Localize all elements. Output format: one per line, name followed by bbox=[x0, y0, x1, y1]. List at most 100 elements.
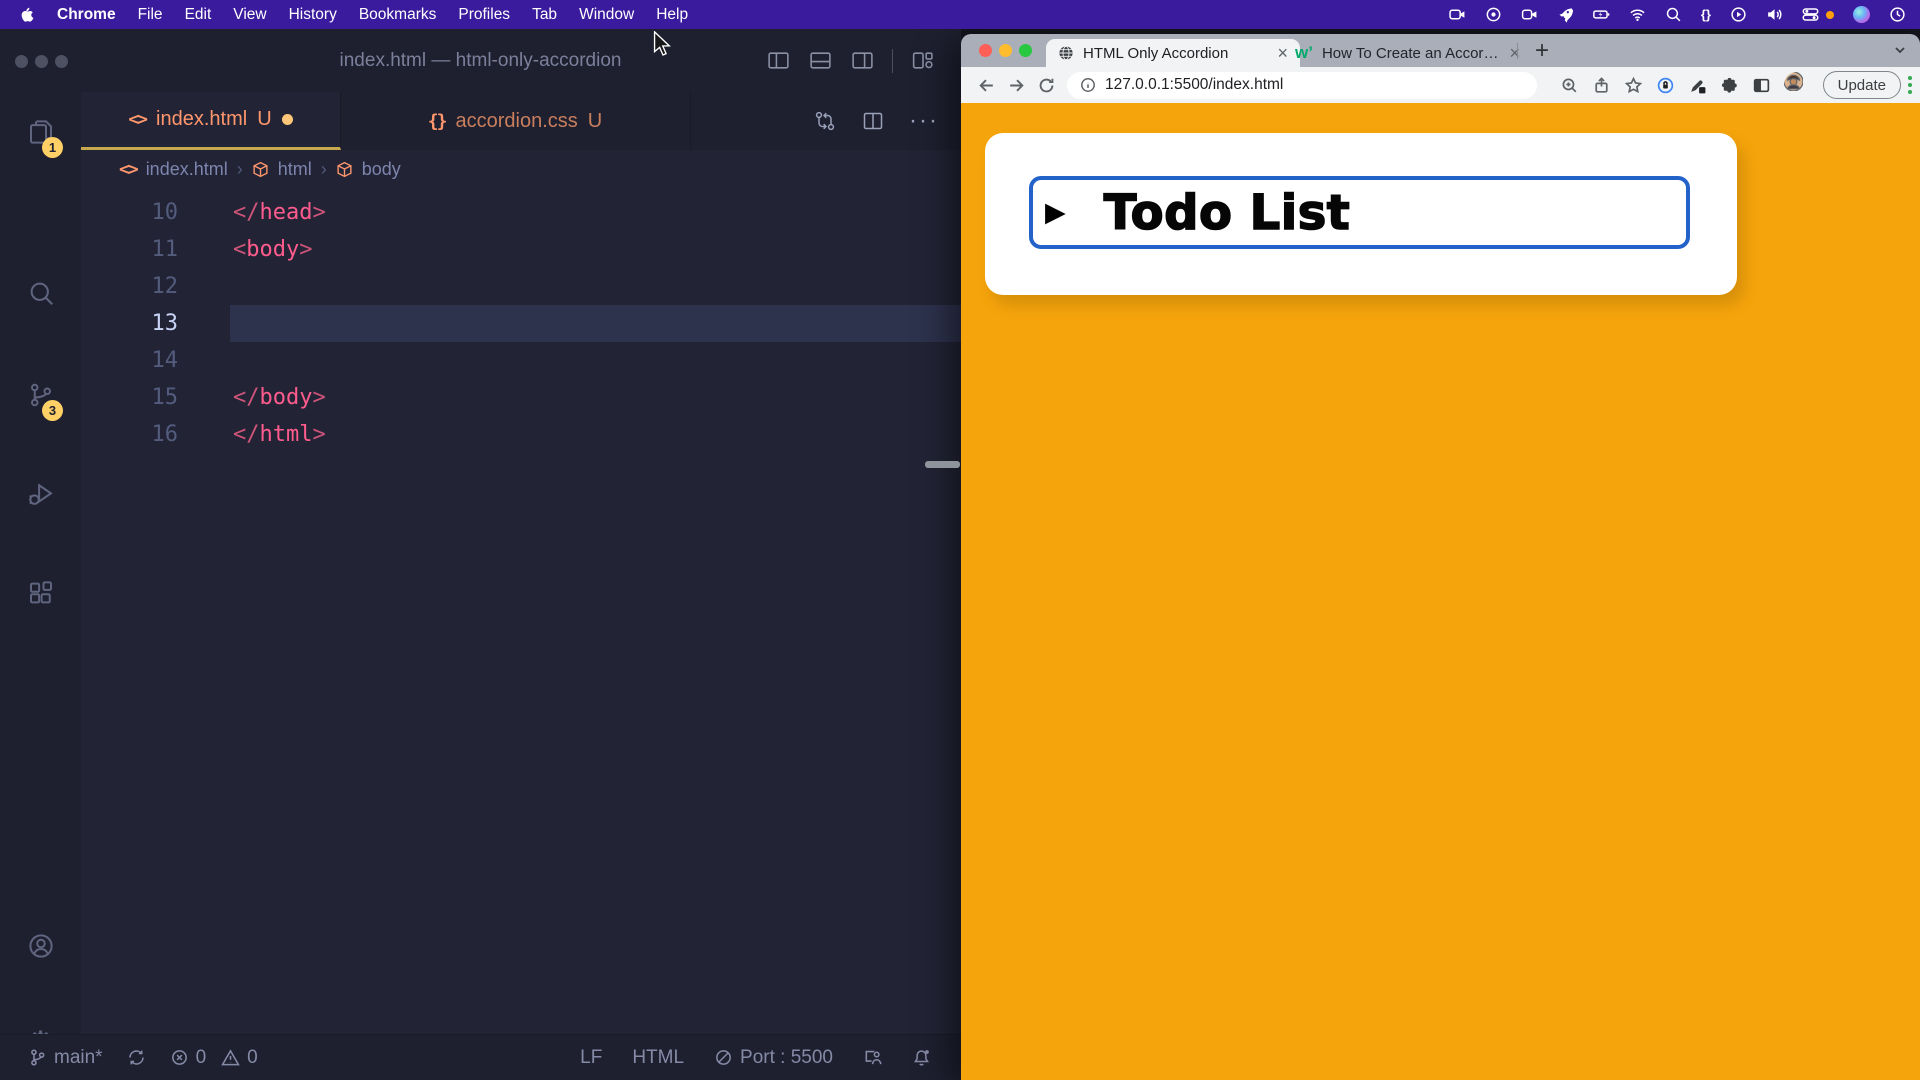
privacy-extension-icon[interactable] bbox=[1656, 76, 1675, 95]
more-actions-icon[interactable]: ··· bbox=[909, 116, 939, 126]
menu-history[interactable]: History bbox=[289, 6, 337, 24]
line-content bbox=[230, 305, 961, 342]
menu-profiles[interactable]: Profiles bbox=[458, 6, 510, 24]
error-icon bbox=[170, 1048, 189, 1067]
bookmark-star-icon[interactable] bbox=[1624, 76, 1643, 95]
minimize-window-button[interactable] bbox=[999, 44, 1012, 57]
code-line-14[interactable]: 14 bbox=[81, 342, 961, 379]
chrome-toolbar: 127.0.0.1:5500/index.html Update bbox=[961, 67, 1920, 103]
zoom-window-button[interactable] bbox=[1019, 44, 1032, 57]
menu-edit[interactable]: Edit bbox=[185, 6, 212, 24]
explorer-badge: 1 bbox=[42, 137, 63, 158]
menu-chrome[interactable]: Chrome bbox=[57, 6, 116, 24]
site-info-icon[interactable] bbox=[1080, 77, 1096, 93]
close-window-button[interactable] bbox=[979, 44, 992, 57]
toggle-panel-left-icon[interactable] bbox=[766, 48, 791, 73]
profile-avatar[interactable] bbox=[1784, 72, 1810, 98]
battery-icon[interactable] bbox=[1593, 6, 1610, 23]
tab-html-only-accordion[interactable]: HTML Only Accordion × bbox=[1046, 39, 1300, 67]
url-text: 127.0.0.1:5500/index.html bbox=[1105, 76, 1283, 94]
menu-window[interactable]: Window bbox=[579, 6, 634, 24]
breadcrumb-html[interactable]: html bbox=[278, 159, 312, 180]
split-editor-icon[interactable] bbox=[861, 109, 885, 133]
wifi-icon[interactable] bbox=[1629, 6, 1646, 23]
editor-resize-handle[interactable] bbox=[925, 461, 960, 468]
braces-icon[interactable]: {} bbox=[1701, 7, 1711, 22]
tab-how-to-create-accordion[interactable]: w’ How To Create an Accordion × bbox=[1283, 39, 1532, 67]
unsaved-dot-icon[interactable] bbox=[282, 114, 293, 125]
new-tab-button[interactable]: + bbox=[1527, 34, 1557, 67]
line-number: 12 bbox=[81, 268, 178, 305]
sync-changes-button[interactable] bbox=[127, 1048, 146, 1067]
live-server-port[interactable]: Port : 5500 bbox=[714, 1047, 833, 1069]
vscode-window: index.html — html-only-accordion 1 3 bbox=[0, 29, 961, 1080]
tab-accordion-css[interactable]: {} accordion.css U bbox=[340, 92, 691, 150]
code-line-10[interactable]: 10</head> bbox=[81, 194, 961, 231]
breadcrumb-file[interactable]: index.html bbox=[146, 159, 228, 180]
code-editor[interactable]: 10</head>11<body>12131415</body>16</html… bbox=[81, 189, 961, 1035]
clock-icon[interactable] bbox=[1889, 6, 1906, 23]
account-icon[interactable] bbox=[0, 931, 81, 961]
video-camera-icon[interactable] bbox=[1449, 6, 1466, 23]
code-line-13[interactable]: 13 bbox=[81, 305, 961, 342]
rocket-icon[interactable] bbox=[1557, 6, 1574, 23]
update-button[interactable]: Update bbox=[1823, 71, 1901, 99]
control-center-icon[interactable] bbox=[1802, 6, 1819, 23]
sidebar-item-search[interactable] bbox=[0, 278, 81, 308]
live-share-icon[interactable] bbox=[863, 1048, 882, 1067]
code-line-16[interactable]: 16</html> bbox=[81, 416, 961, 453]
accordion-summary[interactable]: ▶ Todo List bbox=[1029, 176, 1690, 249]
disclosure-triangle-icon: ▶ bbox=[1045, 197, 1066, 228]
spotlight-search-icon[interactable] bbox=[1665, 6, 1682, 23]
recording-indicator-dot bbox=[1826, 11, 1834, 19]
close-tab-icon[interactable]: × bbox=[1509, 44, 1520, 62]
facetime-icon[interactable] bbox=[1521, 6, 1538, 23]
sidebar-item-source-control[interactable]: 3 bbox=[0, 380, 81, 410]
reload-button[interactable] bbox=[1031, 70, 1061, 100]
menu-help[interactable]: Help bbox=[656, 6, 688, 24]
notifications-bell-icon[interactable] bbox=[912, 1048, 931, 1067]
symbol-cube-icon bbox=[252, 161, 269, 178]
git-branch-status[interactable]: main* bbox=[28, 1047, 103, 1069]
warning-icon bbox=[221, 1048, 240, 1067]
forward-button[interactable] bbox=[1001, 70, 1031, 100]
language-mode[interactable]: HTML bbox=[632, 1047, 684, 1069]
problems-status[interactable]: 0 0 bbox=[170, 1047, 258, 1069]
sidebar-item-explorer[interactable]: 1 bbox=[0, 117, 81, 147]
sidebar-item-run-debug[interactable] bbox=[0, 479, 81, 509]
side-panel-icon[interactable] bbox=[1752, 76, 1771, 95]
extensions-puzzle-icon[interactable] bbox=[1720, 76, 1739, 95]
menu-tab[interactable]: Tab bbox=[532, 6, 557, 24]
share-icon[interactable] bbox=[1592, 76, 1611, 95]
chrome-window: HTML Only Accordion × w’ How To Create a… bbox=[961, 34, 1920, 1080]
apple-logo-icon[interactable] bbox=[18, 6, 35, 23]
line-number: 14 bbox=[81, 342, 178, 379]
breadcrumb-body[interactable]: body bbox=[362, 159, 401, 180]
customize-layout-icon[interactable] bbox=[910, 48, 935, 73]
siri-icon[interactable] bbox=[1853, 6, 1870, 23]
zoom-icon[interactable] bbox=[1560, 76, 1579, 95]
volume-icon[interactable] bbox=[1766, 6, 1783, 23]
screen-record-icon[interactable] bbox=[1485, 6, 1502, 23]
chevron-down-icon[interactable] bbox=[1892, 42, 1908, 58]
code-line-11[interactable]: 11<body> bbox=[81, 231, 961, 268]
menu-file[interactable]: File bbox=[138, 6, 163, 24]
eyedropper-extension-icon[interactable] bbox=[1688, 76, 1707, 95]
code-line-12[interactable]: 12 bbox=[81, 268, 961, 305]
play-circle-icon[interactable] bbox=[1730, 6, 1747, 23]
source-control-badge: 3 bbox=[42, 400, 63, 421]
sidebar-item-extensions[interactable] bbox=[0, 578, 81, 608]
menu-view[interactable]: View bbox=[233, 6, 266, 24]
breadcrumb: <> index.html › html › body bbox=[81, 150, 961, 189]
back-button[interactable] bbox=[971, 70, 1001, 100]
chevron-right-icon: › bbox=[237, 159, 243, 180]
toggle-panel-bottom-icon[interactable] bbox=[808, 48, 833, 73]
open-changes-icon[interactable] bbox=[813, 109, 837, 133]
address-bar[interactable]: 127.0.0.1:5500/index.html bbox=[1067, 72, 1537, 99]
toggle-panel-right-icon[interactable] bbox=[850, 48, 875, 73]
vscode-title-bar[interactable]: index.html — html-only-accordion bbox=[0, 29, 961, 93]
code-line-15[interactable]: 15</body> bbox=[81, 379, 961, 416]
eol-indicator[interactable]: LF bbox=[580, 1047, 602, 1069]
menu-bookmarks[interactable]: Bookmarks bbox=[359, 6, 437, 24]
tab-index-html[interactable]: <> index.html U bbox=[81, 92, 341, 150]
